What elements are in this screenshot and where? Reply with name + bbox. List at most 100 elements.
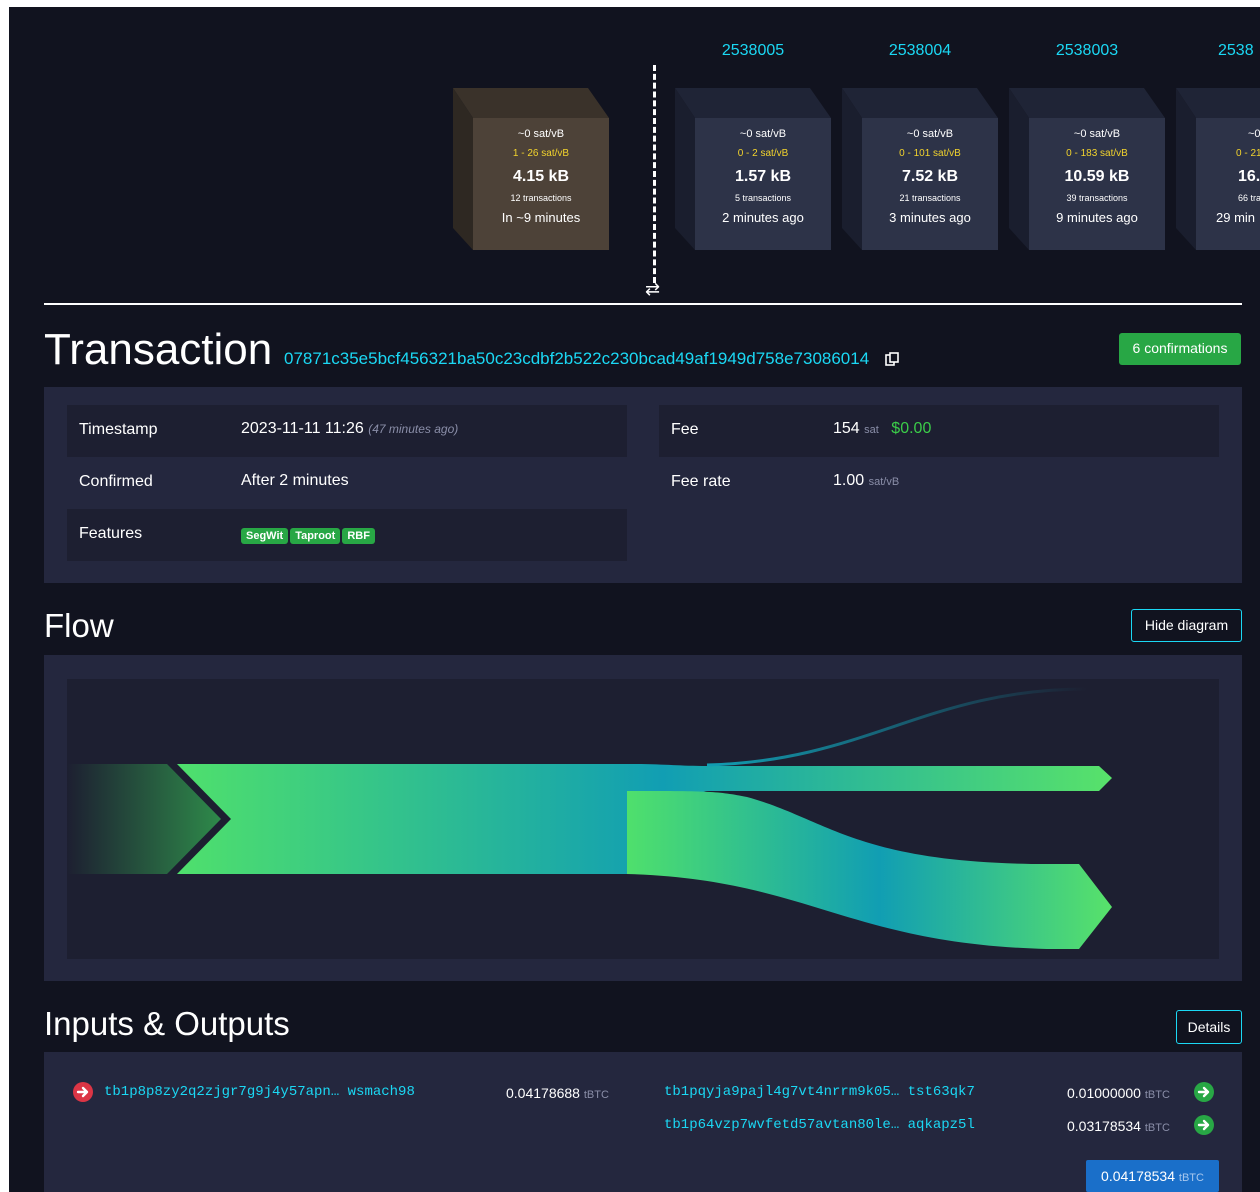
block-median-fee: ~0 sat/vB: [906, 128, 954, 140]
block-tx-count: 12 transactions: [510, 193, 572, 203]
features-label: Features: [79, 525, 143, 542]
block-tx-count: 66 tra: [1238, 193, 1260, 203]
block-tx-count: 5 transactions: [734, 193, 792, 203]
input-amount-value: 0.04178688: [506, 1085, 580, 1101]
timestamp-date: 2023-11-11 11:26: [241, 420, 364, 437]
pending-block[interactable]: ~0 sat/vB 1 - 26 sat/vB 4.15 kB 12 trans…: [453, 88, 609, 250]
fee-fiat: $0.00: [891, 420, 932, 437]
page: ~0 sat/vB 1 - 26 sat/vB 4.15 kB 12 trans…: [9, 7, 1260, 1192]
block-size: 16.(: [1238, 168, 1260, 185]
feature-badge-segwit[interactable]: SegWit: [241, 528, 289, 544]
output-address-link[interactable]: tb1pqyja9pajl4g7vt4nrrm9k05… tst63qk7: [664, 1084, 975, 1100]
features-row: Features SegWit Taproot RBF: [67, 509, 627, 561]
block-top-face: [453, 88, 609, 118]
confirmed-label: Confirmed: [79, 473, 153, 490]
input-address-link[interactable]: tb1p8p8zy2q2zjgr7g9j4y57apn… wsmach98: [104, 1084, 415, 1100]
transaction-details-panel: Timestamp 2023-11-11 11:26 (47 minutes a…: [44, 387, 1242, 583]
block-time: 9 minutes ago: [1056, 210, 1138, 225]
input-amount-unit: tBTC: [583, 1089, 609, 1101]
block-median-fee: ~0 sat/vB: [739, 128, 787, 140]
transaction-hash-link[interactable]: 07871c35e5bcf456321ba50c23cdbf2b522c230b…: [284, 349, 869, 369]
block-side-face: [842, 88, 862, 250]
fee-row: Fee 154 sat $0.00: [659, 405, 1219, 457]
block-face: ~0 0 - 21 16.( 66 tra 29 min: [1196, 118, 1260, 250]
block-time: 2 minutes ago: [722, 210, 804, 225]
block-fee-range: 0 - 21: [1236, 148, 1260, 159]
block-top-face: [842, 88, 998, 118]
mined-block[interactable]: 2538 ~0 0 - 21 16.( 66 tra 29 min: [1176, 42, 1260, 250]
confirmed-value: After 2 minutes: [241, 472, 349, 489]
fee-rate-label: Fee rate: [671, 473, 731, 490]
output-arrow-icon[interactable]: [1194, 1115, 1214, 1135]
block-time: In ~9 minutes: [501, 210, 581, 225]
swap-direction-icon[interactable]: ⇄: [645, 279, 660, 300]
block-size: 4.15 kB: [512, 168, 570, 185]
flow-diagram: [67, 679, 1219, 959]
block-fee-range: 0 - 183 sat/vB: [1066, 148, 1128, 159]
fee-rate-amount: 1.00: [833, 472, 865, 489]
block-height[interactable]: 2538005: [675, 42, 831, 60]
confirmations-badge: 6 confirmations: [1119, 333, 1241, 365]
block-side-face: [453, 88, 473, 250]
block-tx-count: 39 transactions: [1066, 193, 1128, 203]
block-fee-range: 0 - 101 sat/vB: [899, 148, 961, 159]
flow-panel: [44, 655, 1242, 981]
block-face: ~0 sat/vB 0 - 2 sat/vB 1.57 kB 5 transac…: [695, 118, 831, 250]
timestamp-label: Timestamp: [79, 421, 158, 438]
block-size: 1.57 kB: [734, 168, 792, 185]
total-amount-badge: 0.04178534 tBTC: [1086, 1160, 1219, 1192]
fee-amount: 154: [833, 420, 860, 437]
block-top-face: [675, 88, 831, 118]
block-fee-range: 1 - 26 sat/vB: [512, 148, 570, 159]
block-side-face: [675, 88, 695, 250]
block-tx-count: 21 transactions: [899, 193, 961, 203]
hide-diagram-button[interactable]: Hide diagram: [1131, 609, 1242, 642]
block-face: ~0 sat/vB 0 - 101 sat/vB 7.52 kB 21 tran…: [862, 118, 998, 250]
fee-unit: sat: [864, 424, 879, 436]
output-amount-value: 0.01000000: [1067, 1085, 1141, 1101]
mined-block[interactable]: 2538005 ~0 sat/vB 0 - 2 sat/vB 1.57 kB 5…: [675, 42, 831, 250]
block-height[interactable]: 2538003: [1009, 42, 1165, 60]
flow-diagram-svg: [67, 687, 1112, 949]
block-size: 10.59 kB: [1064, 168, 1130, 185]
output-amount: 0.03178534 tBTC: [1067, 1118, 1170, 1134]
mined-block[interactable]: 2538004 ~0 sat/vB 0 - 101 sat/vB 7.52 kB…: [842, 42, 998, 250]
input-amount: 0.04178688 tBTC: [506, 1085, 609, 1101]
fee-flow[interactable]: [706, 687, 1088, 767]
confirmed-row: Confirmed After 2 minutes: [67, 457, 627, 509]
mempool-divider: [653, 65, 656, 283]
block-median-fee: ~0: [1248, 128, 1260, 140]
output-flow-2[interactable]: [627, 791, 1112, 949]
output-amount: 0.01000000 tBTC: [1067, 1085, 1170, 1101]
feature-badge-taproot[interactable]: Taproot: [290, 528, 341, 544]
output-amount-value: 0.03178534: [1067, 1118, 1141, 1134]
inputs-outputs-heading: Inputs & Outputs: [44, 1005, 290, 1042]
timestamp-ago: (47 minutes ago): [368, 422, 459, 436]
timestamp-row: Timestamp 2023-11-11 11:26 (47 minutes a…: [67, 405, 627, 457]
page-title: Transaction: [44, 325, 273, 374]
block-height[interactable]: 2538: [1218, 42, 1260, 60]
block-face: ~0 sat/vB 1 - 26 sat/vB 4.15 kB 12 trans…: [473, 118, 609, 250]
block-median-fee: ~0 sat/vB: [517, 128, 565, 140]
block-time: 3 minutes ago: [889, 210, 971, 225]
block-height[interactable]: 2538004: [842, 42, 998, 60]
timestamp-value: 2023-11-11 11:26 (47 minutes ago): [241, 420, 458, 438]
feature-badge-rbf[interactable]: RBF: [342, 528, 375, 544]
input-arrow-icon[interactable]: [73, 1082, 93, 1102]
fee-rate-value: 1.00 sat/vB: [833, 472, 899, 490]
total-amount-unit: tBTC: [1178, 1172, 1204, 1184]
output-address-link[interactable]: tb1p64vzp7wvfetd57avtan80le… aqkapz5l: [664, 1117, 975, 1133]
output-arrow-icon[interactable]: [1194, 1082, 1214, 1102]
block-face: ~0 sat/vB 0 - 183 sat/vB 10.59 kB 39 tra…: [1029, 118, 1165, 250]
copy-icon[interactable]: [885, 352, 899, 366]
block-size: 7.52 kB: [901, 168, 959, 185]
fee-rate-row: Fee rate 1.00 sat/vB: [659, 457, 1219, 509]
fee-label: Fee: [671, 421, 699, 438]
mined-block[interactable]: 2538003 ~0 sat/vB 0 - 183 sat/vB 10.59 k…: [1009, 42, 1165, 250]
strip-separator: [44, 303, 1242, 305]
total-amount-value: 0.04178534: [1101, 1168, 1175, 1184]
features-badges: SegWit Taproot RBF: [241, 526, 377, 544]
details-button[interactable]: Details: [1176, 1010, 1242, 1044]
output-amount-unit: tBTC: [1144, 1089, 1170, 1101]
block-side-face: [1009, 88, 1029, 250]
